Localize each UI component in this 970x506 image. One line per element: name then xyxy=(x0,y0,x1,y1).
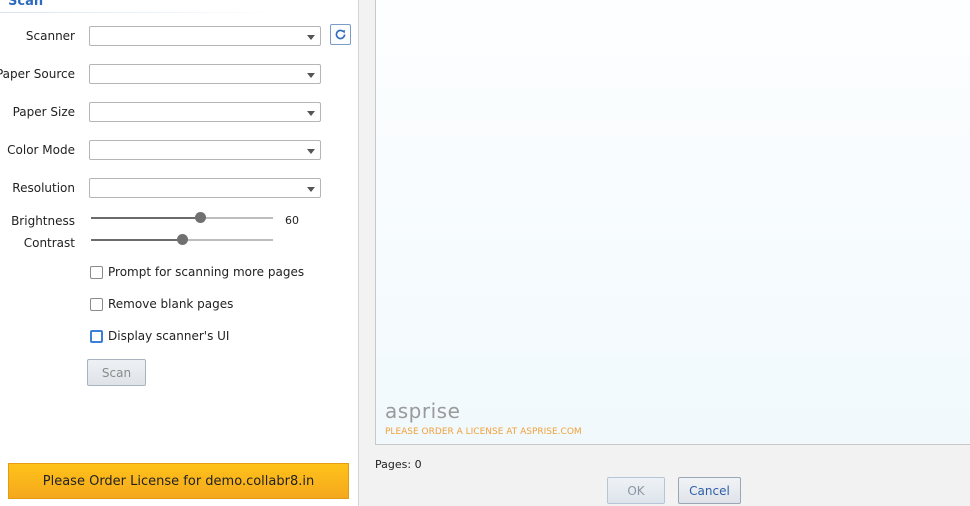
section-title: Scan xyxy=(8,0,44,9)
refresh-icon xyxy=(335,29,346,40)
asprise-logo: asprise xyxy=(385,399,461,423)
scan-dialog: Scan Scanner Paper Source Paper Size Col… xyxy=(0,0,970,506)
brightness-value: 60 xyxy=(285,214,299,227)
resolution-select[interactable] xyxy=(89,178,321,198)
prompt-more-pages-label: Prompt for scanning more pages xyxy=(108,265,305,279)
contrast-slider[interactable] xyxy=(91,234,273,245)
chevron-down-icon xyxy=(307,187,315,192)
chevron-down-icon xyxy=(307,73,315,78)
chevron-down-icon xyxy=(307,149,315,154)
color-mode-select[interactable] xyxy=(89,140,321,160)
display-scanner-ui-checkbox[interactable] xyxy=(90,330,103,343)
paper-source-select[interactable] xyxy=(89,64,321,84)
contrast-label: Contrast xyxy=(23,236,75,250)
color-mode-label: Color Mode xyxy=(7,143,75,157)
contrast-slider-thumb[interactable] xyxy=(177,234,188,245)
chevron-down-icon xyxy=(307,111,315,116)
prompt-more-pages-checkbox[interactable] xyxy=(90,266,103,279)
scan-preview-area: asprise PLEASE ORDER A LICENSE AT ASPRIS… xyxy=(375,0,970,445)
brightness-label: Brightness xyxy=(11,214,75,228)
display-scanner-ui-label: Display scanner's UI xyxy=(108,329,230,343)
remove-blank-pages-checkbox[interactable] xyxy=(90,298,103,311)
license-note-link[interactable]: PLEASE ORDER A LICENSE AT ASPRISE.COM xyxy=(385,427,582,437)
paper-size-select[interactable] xyxy=(89,102,321,122)
section-divider xyxy=(0,12,280,13)
brightness-slider-thumb[interactable] xyxy=(195,212,207,223)
preview-panel: asprise PLEASE ORDER A LICENSE AT ASPRIS… xyxy=(359,0,970,506)
refresh-scanners-button[interactable] xyxy=(330,24,351,45)
paper-source-label: Paper Source xyxy=(0,67,75,81)
brightness-slider-fill xyxy=(91,217,201,219)
contrast-slider-fill xyxy=(91,239,182,241)
chevron-down-icon xyxy=(307,35,315,40)
ok-button[interactable]: OK xyxy=(607,477,665,504)
scan-button[interactable]: Scan xyxy=(87,359,146,386)
pages-count: Pages: 0 xyxy=(375,458,422,471)
remove-blank-pages-label: Remove blank pages xyxy=(108,297,234,311)
scanner-label: Scanner xyxy=(25,29,75,43)
scanner-select[interactable] xyxy=(89,26,321,46)
resolution-label: Resolution xyxy=(12,181,75,195)
brightness-slider[interactable] xyxy=(91,212,273,223)
paper-size-label: Paper Size xyxy=(12,105,75,119)
order-license-banner[interactable]: Please Order License for demo.collabr8.i… xyxy=(8,463,349,499)
scan-settings-panel: Scan Scanner Paper Source Paper Size Col… xyxy=(0,0,359,506)
cancel-button[interactable]: Cancel xyxy=(678,477,741,504)
